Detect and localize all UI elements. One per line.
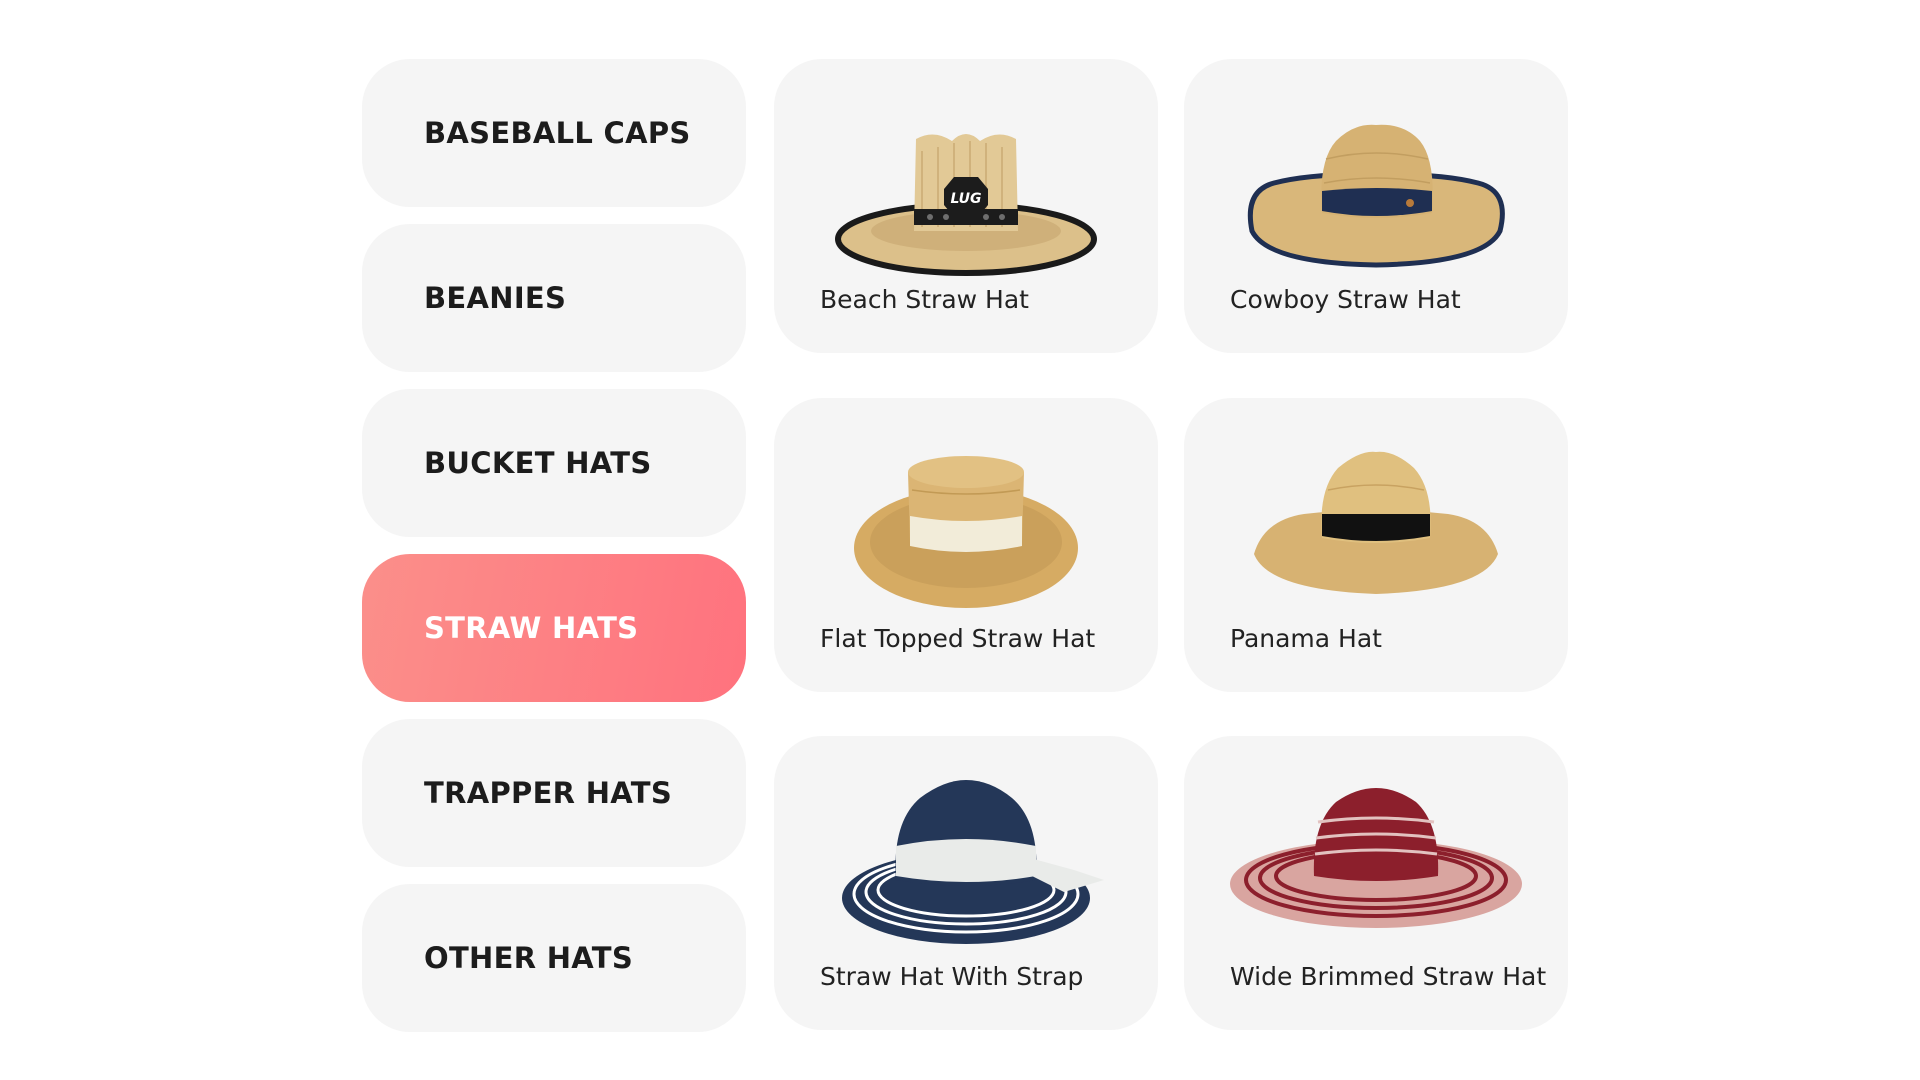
- product-card-panama-hat[interactable]: Panama Hat: [1184, 398, 1568, 692]
- category-trapper-hats[interactable]: TRAPPER HATS: [362, 719, 746, 867]
- product-name: Cowboy Straw Hat: [1230, 285, 1461, 314]
- category-label: STRAW HATS: [424, 611, 639, 645]
- product-card-flat-topped-straw-hat[interactable]: Flat Topped Straw Hat: [774, 398, 1158, 692]
- category-baseball-caps[interactable]: BASEBALL CAPS: [362, 59, 746, 207]
- product-name: Beach Straw Hat: [820, 285, 1029, 314]
- product-name: Wide Brimmed Straw Hat: [1230, 962, 1547, 991]
- category-label: BASEBALL CAPS: [424, 116, 691, 150]
- product-card-cowboy-straw-hat[interactable]: Cowboy Straw Hat: [1184, 59, 1568, 353]
- category-label: BEANIES: [424, 281, 567, 315]
- product-card-beach-straw-hat[interactable]: LUG Beach Straw Hat: [774, 59, 1158, 353]
- product-name: Panama Hat: [1230, 624, 1382, 653]
- category-other-hats[interactable]: OTHER HATS: [362, 884, 746, 1032]
- product-name: Straw Hat With Strap: [820, 962, 1084, 991]
- category-label: BUCKET HATS: [424, 446, 652, 480]
- beach-straw-hat-image: LUG: [835, 134, 1097, 276]
- hat-category-page: BASEBALL CAPS BEANIES BUCKET HATS STRAW …: [0, 0, 1920, 1080]
- category-label: OTHER HATS: [424, 941, 634, 975]
- category-bucket-hats[interactable]: BUCKET HATS: [362, 389, 746, 537]
- wide-brimmed-straw-hat-image: [1230, 788, 1522, 928]
- category-straw-hats[interactable]: STRAW HATS: [362, 554, 746, 702]
- product-card-straw-hat-with-strap[interactable]: Straw Hat With Strap: [774, 736, 1158, 1030]
- flat-topped-straw-hat-image: [854, 456, 1078, 608]
- straw-hat-with-strap-image: [842, 780, 1104, 944]
- product-card-wide-brimmed-straw-hat[interactable]: Wide Brimmed Straw Hat: [1184, 736, 1568, 1030]
- category-label: TRAPPER HATS: [424, 776, 673, 810]
- cowboy-straw-hat-image: [1247, 124, 1505, 268]
- panama-hat-image: [1254, 451, 1498, 594]
- category-beanies[interactable]: BEANIES: [362, 224, 746, 372]
- beach-hat-logo-text: LUG: [950, 191, 981, 207]
- product-name: Flat Topped Straw Hat: [820, 624, 1096, 653]
